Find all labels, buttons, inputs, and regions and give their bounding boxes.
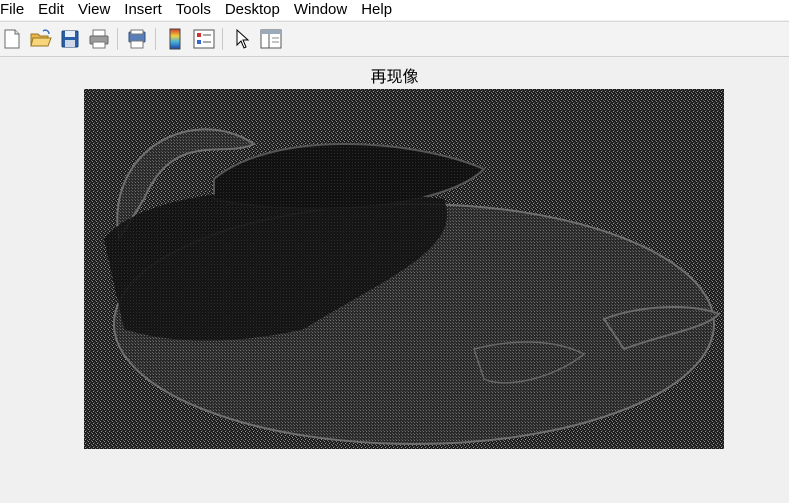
menu-help[interactable]: Help	[361, 2, 399, 18]
menu-bar: File Edit View Insert Tools Desktop Wind…	[0, 0, 789, 20]
edit-plot-button[interactable]	[230, 27, 254, 51]
legend-icon	[193, 29, 215, 49]
menu-window[interactable]: Window	[294, 2, 354, 18]
image-canvas	[84, 89, 724, 449]
print-preview-button[interactable]	[125, 27, 149, 51]
toolbar-separator	[155, 28, 156, 50]
menu-tools[interactable]: Tools	[176, 2, 218, 18]
menu-file[interactable]: File	[0, 2, 31, 18]
save-icon	[61, 30, 79, 48]
open-file-button[interactable]	[29, 27, 53, 51]
print-button[interactable]	[87, 27, 111, 51]
figure-title: 再现像	[370, 67, 419, 86]
legend-button[interactable]	[192, 27, 216, 51]
reconstructed-image	[84, 89, 724, 449]
menu-edit[interactable]: Edit	[38, 2, 71, 18]
colorbar-icon	[169, 28, 181, 50]
menu-desktop[interactable]: Desktop	[225, 2, 287, 18]
edit-plot-arrow-icon	[236, 29, 250, 49]
print-preview-icon	[128, 29, 146, 49]
figure-toolbar	[0, 21, 789, 57]
colorbar-button[interactable]	[163, 27, 187, 51]
toolbar-separator	[222, 28, 223, 50]
new-figure-button[interactable]	[0, 27, 24, 51]
menu-insert[interactable]: Insert	[124, 2, 169, 18]
menu-view[interactable]: View	[78, 2, 117, 18]
open-file-icon	[30, 29, 52, 47]
toolbar-separator	[117, 28, 118, 50]
new-figure-icon	[4, 29, 20, 49]
figure-window: File Edit View Insert Tools Desktop Wind…	[0, 0, 789, 503]
property-inspector-button[interactable]	[259, 27, 283, 51]
print-icon	[89, 29, 109, 49]
property-inspector-icon	[260, 29, 282, 49]
save-button[interactable]	[58, 27, 82, 51]
